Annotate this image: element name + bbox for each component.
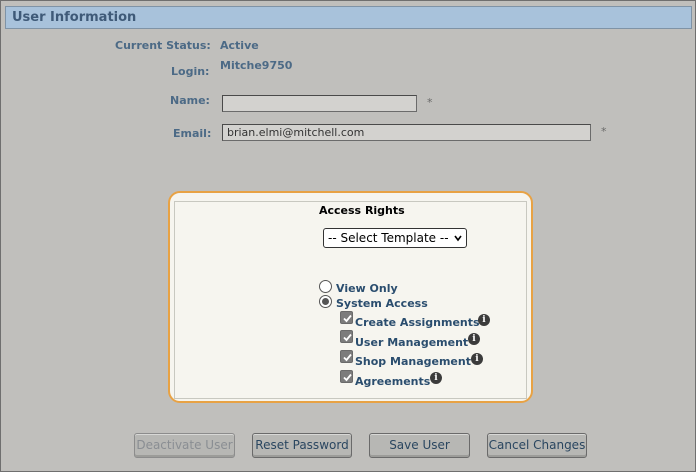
shop-management-checkbox[interactable] <box>340 350 353 363</box>
email-required-marker: * <box>601 125 607 138</box>
section-header: User Information <box>5 6 692 29</box>
name-required-marker: * <box>427 96 433 109</box>
agreements-checkbox[interactable] <box>340 370 353 383</box>
system-access-radio[interactable] <box>319 295 332 308</box>
login-value: Mitche9750 <box>220 59 293 72</box>
checkmark-icon <box>343 333 352 342</box>
access-rights-legend: Access Rights <box>316 204 408 217</box>
current-status-label: Current Status: <box>115 39 211 52</box>
user-management-checkbox[interactable] <box>340 330 353 343</box>
section-title: User Information <box>12 10 137 25</box>
shop-management-label: Shop Management <box>355 355 471 368</box>
system-access-label: System Access <box>336 297 428 310</box>
name-label: Name: <box>170 94 210 107</box>
checkmark-icon <box>343 373 352 382</box>
access-rights-panel: Access Rights -- Select Template -- View… <box>168 191 533 403</box>
info-icon[interactable]: i <box>471 353 483 365</box>
create-assignments-checkbox[interactable] <box>340 311 353 324</box>
user-information-panel: User Information Current Status: Active … <box>0 0 696 472</box>
deactivate-user-button[interactable]: Deactivate User <box>134 433 235 458</box>
access-rights-fieldset: Access Rights -- Select Template -- View… <box>174 201 527 399</box>
cancel-changes-button[interactable]: Cancel Changes <box>487 433 587 458</box>
info-icon[interactable]: i <box>468 333 480 345</box>
checkmark-icon <box>343 314 352 323</box>
save-user-button[interactable]: Save User <box>369 433 470 458</box>
current-status-value: Active <box>220 39 259 52</box>
login-label: Login: <box>171 65 210 78</box>
chevron-down-icon <box>454 235 462 242</box>
email-label: Email: <box>173 127 212 140</box>
reset-password-button[interactable]: Reset Password <box>252 433 352 458</box>
view-only-radio[interactable] <box>319 280 332 293</box>
checkmark-icon <box>343 353 352 362</box>
name-field[interactable] <box>222 95 417 112</box>
info-icon[interactable]: i <box>478 314 490 326</box>
view-only-label: View Only <box>336 282 398 295</box>
info-icon[interactable]: i <box>430 372 442 384</box>
user-management-label: User Management <box>355 336 469 349</box>
template-select-value: -- Select Template -- <box>328 231 449 245</box>
agreements-label: Agreements <box>355 375 431 388</box>
email-field[interactable]: brian.elmi@mitchell.com <box>222 124 591 141</box>
template-select[interactable]: -- Select Template -- <box>323 228 467 248</box>
create-assignments-label: Create Assignments <box>355 316 480 329</box>
